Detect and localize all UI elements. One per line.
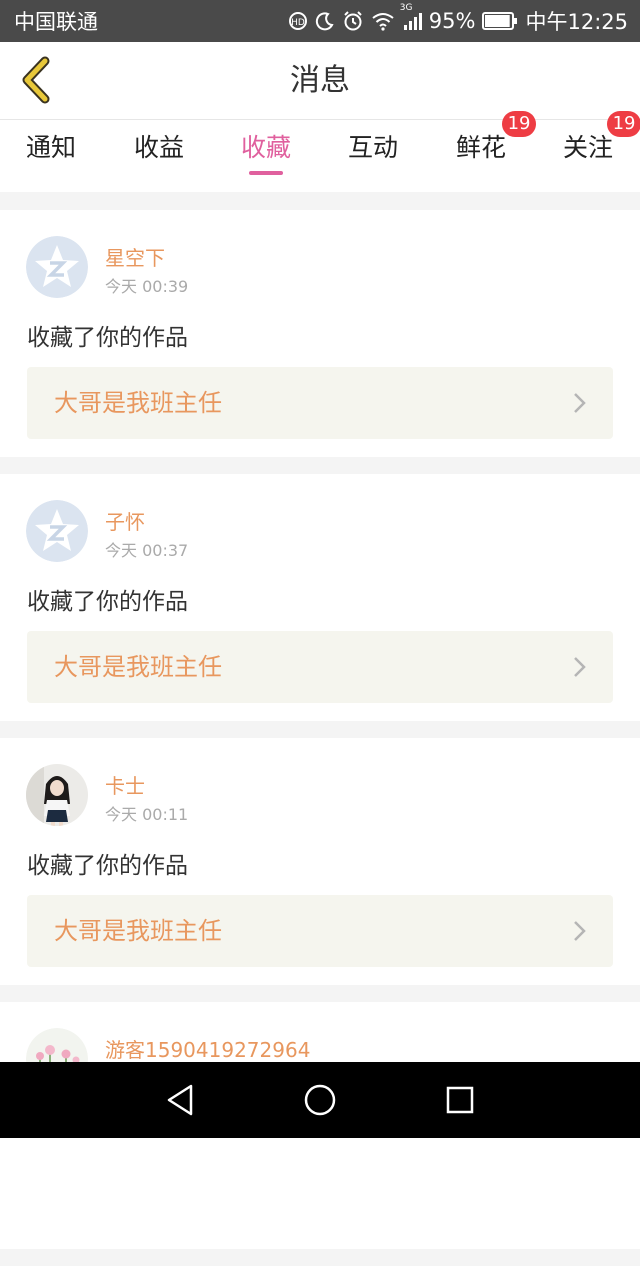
hd-icon: HD [288, 11, 308, 31]
svg-text:HD: HD [291, 18, 305, 28]
work-title: 大哥是我班主任 [54, 389, 222, 417]
tab-label: 关注 [563, 133, 614, 162]
message-card: 卡士 今天 00:11 收藏了你的作品 大哥是我班主任 [0, 738, 640, 985]
page-title: 消息 [290, 63, 350, 98]
tab-favorites[interactable]: 收藏 [241, 120, 291, 192]
battery-percent: 95% [428, 9, 476, 33]
default-avatar-icon [26, 500, 88, 562]
avatar[interactable] [26, 764, 88, 826]
status-bar: 中国联通 HD 3G 95% 中午12:25 [0, 0, 640, 42]
chevron-right-icon [574, 657, 586, 677]
tab-bar: 通知 收益 收藏 互动 鲜花 19 关注 19 [0, 111, 640, 192]
app-header: 消息 [0, 42, 640, 120]
nav-back-button[interactable] [150, 1070, 210, 1130]
active-tab-indicator [249, 171, 283, 175]
moon-icon [315, 11, 335, 31]
nav-recents-button[interactable] [430, 1070, 490, 1130]
tab-label: 收益 [134, 133, 185, 162]
avatar[interactable] [26, 500, 88, 562]
work-title: 大哥是我班主任 [54, 653, 222, 681]
message-card: 星空下 今天 00:39 收藏了你的作品 大哥是我班主任 [0, 210, 640, 457]
action-text: 收藏了你的作品 [27, 853, 188, 879]
tab-notifications[interactable]: 通知 [26, 120, 76, 192]
unread-badge: 19 [607, 111, 640, 137]
avatar[interactable] [26, 236, 88, 298]
message-card: 子怀 今天 00:37 收藏了你的作品 大哥是我班主任 [0, 474, 640, 721]
message-time: 今天 00:11 [105, 805, 189, 824]
status-icons: HD 3G 95% 中午12:25 [288, 3, 628, 36]
system-nav-bar [0, 1062, 640, 1138]
work-link[interactable]: 大哥是我班主任 [27, 895, 613, 967]
message-time: 今天 00:39 [105, 277, 189, 296]
user-name[interactable]: 星空下 [105, 242, 165, 271]
signal-icon: 3G [400, 3, 422, 31]
network-type: 3G [399, 3, 413, 13]
tab-interactions[interactable]: 互动 [348, 120, 398, 192]
action-text: 收藏了你的作品 [27, 325, 188, 351]
chevron-right-icon [574, 393, 586, 413]
user-name[interactable]: 子怀 [105, 506, 145, 535]
back-triangle-icon [167, 1084, 193, 1116]
clock: 中午12:25 [525, 10, 628, 34]
tab-label: 互动 [348, 133, 399, 162]
home-circle-icon [304, 1084, 336, 1116]
work-title: 大哥是我班主任 [54, 917, 222, 945]
tab-flowers[interactable]: 鲜花 19 [456, 111, 537, 192]
work-link[interactable]: 大哥是我班主任 [27, 367, 613, 439]
nav-home-button[interactable] [290, 1070, 350, 1130]
tab-label: 收藏 [241, 133, 292, 162]
battery-icon [482, 12, 518, 30]
default-avatar-icon [26, 236, 88, 298]
message-time: 今天 00:37 [105, 541, 189, 560]
work-link[interactable]: 大哥是我班主任 [27, 631, 613, 703]
recents-square-icon [446, 1086, 474, 1114]
photo-avatar-icon [26, 764, 88, 826]
wifi-icon [371, 11, 395, 31]
unread-badge: 19 [502, 111, 537, 137]
user-name[interactable]: 卡士 [105, 770, 145, 799]
tab-earnings[interactable]: 收益 [134, 120, 184, 192]
tab-label: 通知 [26, 133, 77, 162]
action-text: 收藏了你的作品 [27, 589, 188, 615]
user-name[interactable]: 游客1590419272964 [105, 1034, 310, 1063]
carrier-name: 中国联通 [14, 10, 98, 34]
chevron-right-icon [574, 921, 586, 941]
tab-label: 鲜花 [456, 133, 507, 162]
tab-follows[interactable]: 关注 19 [563, 111, 640, 192]
alarm-icon [342, 10, 364, 32]
